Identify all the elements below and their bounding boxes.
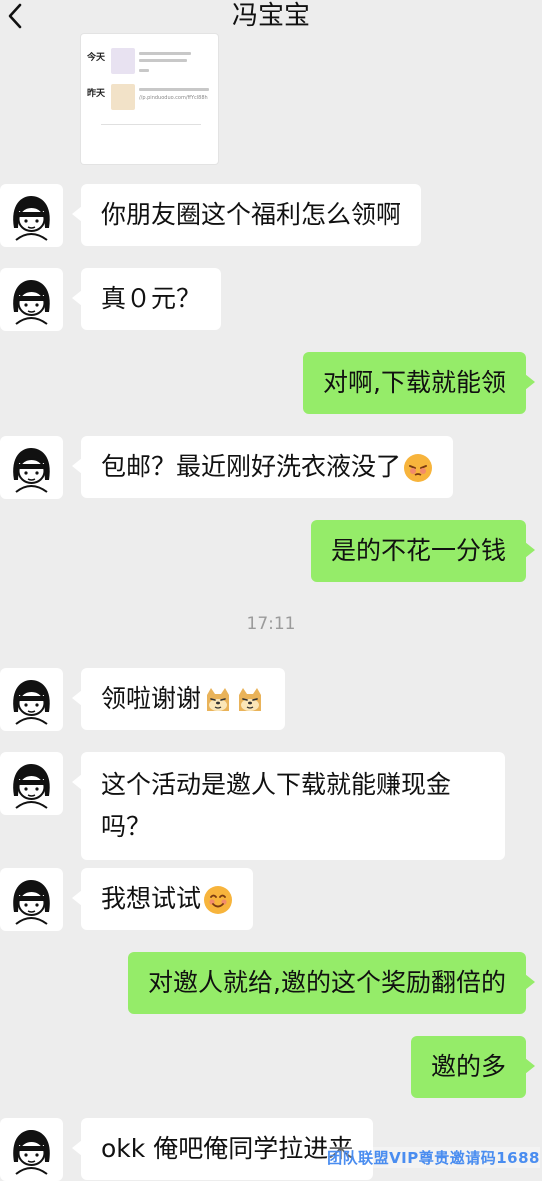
thumbnail-today-label: 今天 — [87, 53, 106, 63]
contact-avatar[interactable] — [0, 436, 63, 499]
message-bubble-incoming[interactable]: 这个活动是邀人下载就能赚现金吗？ — [72, 752, 505, 860]
message-bubble-incoming[interactable]: 领啦谢谢 — [71, 668, 286, 730]
message-text: 我想试试 — [101, 884, 202, 913]
message-bubble-incoming[interactable]: 你朋友圈这个福利怎么领啊 — [71, 184, 422, 246]
girl-avatar-icon — [13, 1130, 50, 1175]
message-bubble-outgoing[interactable]: 对啊,下载就能领 — [303, 352, 535, 414]
contact-avatar[interactable] — [0, 184, 63, 247]
girl-avatar-icon — [13, 448, 50, 493]
message-bubble-outgoing[interactable]: 是的不花一分钱 — [310, 520, 536, 582]
thumbnail-image — [111, 48, 135, 74]
thumbnail-link-text: //p.pinduoduo.com/ffYcl88h — [139, 95, 208, 101]
girl-avatar-icon — [13, 280, 50, 325]
message-text: 领啦谢谢 — [101, 684, 202, 713]
message-bubble-incoming[interactable]: 包邮？最近刚好洗衣液没了 — [71, 436, 454, 498]
watermark-text: 团队联盟VIP尊贵邀请码1688 — [327, 1147, 540, 1168]
contact-avatar[interactable] — [0, 668, 63, 731]
thumbnail-divider — [101, 124, 201, 125]
thumbnail-image — [111, 84, 135, 110]
chat-timestamp: 17:11 — [246, 614, 296, 634]
girl-avatar-icon — [13, 680, 50, 725]
message-bubble-incoming[interactable]: 我想试试 — [71, 868, 254, 930]
girl-avatar-icon — [13, 880, 50, 925]
message-text: 包邮？最近刚好洗衣液没了 — [101, 452, 402, 481]
message-bubble-outgoing[interactable]: 邀的多 — [410, 1036, 536, 1098]
message-text: 真０元？ — [101, 284, 202, 313]
thumbnail-text-line — [139, 59, 187, 62]
message-text: okk 俺吧俺同学拉进来 — [101, 1134, 354, 1163]
thumbnail-yesterday-label: 昨天 — [87, 89, 106, 99]
contact-avatar[interactable] — [0, 752, 63, 815]
message-text: 邀的多 — [430, 1052, 506, 1081]
thumbnail-text-line — [139, 88, 209, 91]
chat-header: 冯宝宝 — [0, 0, 542, 34]
girl-avatar-icon — [13, 764, 50, 809]
contact-name-title: 冯宝宝 — [231, 1, 310, 31]
message-bubble-incoming[interactable]: 真０元？ — [71, 268, 222, 330]
doge-emoji-icon — [239, 688, 262, 711]
doge-emoji-icon — [207, 688, 230, 711]
contact-avatar[interactable] — [0, 868, 63, 931]
message-text: 这个活动是邀人下载就能赚现金吗？ — [101, 770, 452, 841]
message-text: 对啊,下载就能领 — [323, 368, 506, 397]
sleepy-face-emoji-icon — [404, 454, 433, 482]
shared-screenshot-thumbnail[interactable]: 今天 昨天 //p.pinduoduo.com/ffYcl88h — [81, 34, 218, 164]
contact-avatar[interactable] — [0, 268, 63, 331]
contact-avatar[interactable] — [0, 1118, 63, 1181]
girl-avatar-icon — [13, 196, 50, 241]
message-text: 是的不花一分钱 — [330, 536, 506, 565]
thumbnail-text-line — [139, 69, 149, 72]
message-bubble-outgoing[interactable]: 对邀人就给,邀的这个奖励翻倍的 — [128, 952, 535, 1014]
message-text: 你朋友圈这个福利怎么领啊 — [101, 200, 402, 229]
thumbnail-text-line — [139, 52, 191, 55]
smiling-face-emoji-icon — [204, 886, 233, 914]
message-text: 对邀人就给,邀的这个奖励翻倍的 — [148, 968, 506, 997]
